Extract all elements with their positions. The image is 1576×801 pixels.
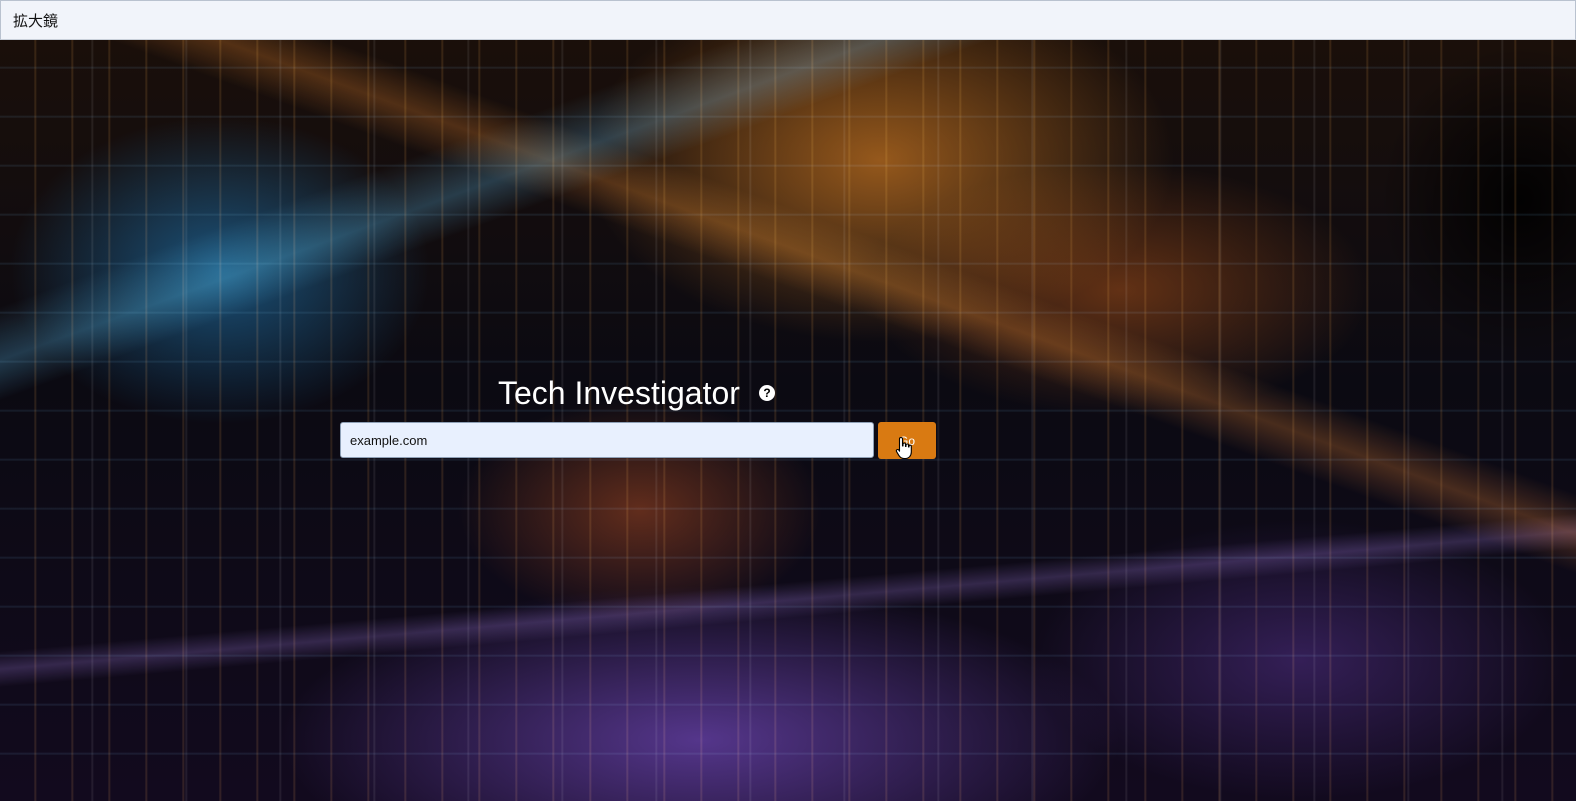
window-title: 拡大鏡 [13,11,59,30]
heading-row: Tech Investigator ? [340,370,940,416]
go-button[interactable]: Go [878,422,936,459]
search-panel: Tech Investigator ? Go [340,370,940,470]
domain-search-input[interactable] [340,422,874,458]
page-background: Tech Investigator ? Go [0,40,1576,801]
app-window: 拡大鏡 Tech Investigator ? Go [0,0,1576,801]
window-titlebar: 拡大鏡 [0,0,1576,40]
help-icon[interactable]: ? [759,385,775,401]
page-title: Tech Investigator [498,375,740,411]
